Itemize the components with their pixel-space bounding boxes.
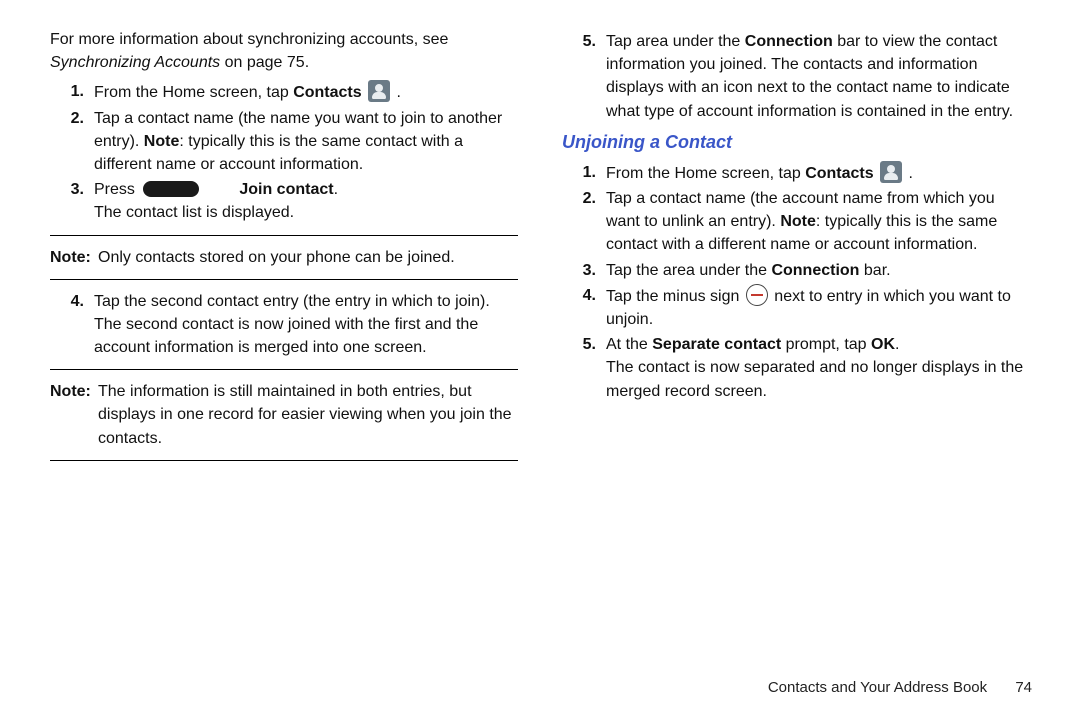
page-number: 74 [1015,679,1032,696]
intro-text-a: For more information about synchronizing… [50,31,448,48]
unjoin-steps-list: 1. From the Home screen, tap Contacts . … [562,161,1030,403]
list-item: 4. Tap the second contact entry (the ent… [50,290,518,360]
footer-section: Contacts and Your Address Book [768,679,987,696]
list-item: 5. At the Separate contact prompt, tap O… [562,333,1030,403]
ok-label: OK [871,336,895,353]
step-body: Tap area under the Connection bar to vie… [606,30,1030,123]
connection-label: Connection [745,33,833,50]
step-number: 2. [50,107,94,130]
manual-page: For more information about synchronizing… [0,0,1080,720]
divider [50,235,518,236]
note-label: Note: [50,246,98,269]
inline-note-label: Note [144,133,180,150]
step-number: 5. [562,333,606,356]
join-contact-label: Join contact [239,181,333,198]
contacts-icon [880,161,902,183]
join-steps-list-cont: 4. Tap the second contact entry (the ent… [50,290,518,360]
text: . [334,181,338,198]
list-item: 2. Tap a contact name (the name you want… [50,107,518,177]
divider [50,460,518,461]
text: The contact is now separated and no long… [606,359,1023,399]
contacts-label: Contacts [293,84,361,101]
text: . [904,165,913,182]
text: Tap area under the [606,33,745,50]
step-body: At the Separate contact prompt, tap OK. … [606,333,1030,403]
text: From the Home screen, tap [94,84,293,101]
note-body: The information is still maintained in b… [98,380,518,450]
list-item: 5. Tap area under the Connection bar to … [562,30,1030,123]
step-body: From the Home screen, tap Contacts . [606,161,1030,185]
step-number: 1. [50,80,94,103]
cross-reference: Synchronizing Accounts [50,54,220,71]
list-item: 3. Press Join contact. The contact list … [50,178,518,224]
step-body: Tap the area under the Connection bar. [606,259,1030,282]
note-block: Note: The information is still maintaine… [50,380,518,450]
step-body: Tap the minus sign next to entry in whic… [606,284,1030,331]
step-body: Tap the second contact entry (the entry … [94,290,518,360]
step-number: 5. [562,30,606,53]
minus-icon [746,284,768,306]
divider [50,279,518,280]
text: . [895,336,899,353]
step-body: Tap a contact name (the name you want to… [94,107,518,177]
contacts-icon [368,80,390,102]
text: The contact list is displayed. [94,204,294,221]
intro-paragraph: For more information about synchronizing… [50,28,518,74]
intro-text-b: on page 75. [220,54,309,71]
join-steps-list: 1. From the Home screen, tap Contacts . … [50,80,518,224]
note-block: Note: Only contacts stored on your phone… [50,246,518,269]
step-body: Press Join contact. The contact list is … [94,178,518,224]
step-number: 3. [50,178,94,201]
note-body: Only contacts stored on your phone can b… [98,246,518,269]
list-item: 1. From the Home screen, tap Contacts . [562,161,1030,185]
text: From the Home screen, tap [606,165,805,182]
list-item: 1. From the Home screen, tap Contacts . [50,80,518,104]
separate-contact-label: Separate contact [652,336,781,353]
text: Tap the area under the [606,262,771,279]
connection-label: Connection [771,262,859,279]
text: bar. [859,262,890,279]
list-item: 4. Tap the minus sign next to entry in w… [562,284,1030,331]
list-item: 2. Tap a contact name (the account name … [562,187,1030,257]
text: Press [94,181,139,198]
step-body: From the Home screen, tap Contacts . [94,80,518,104]
step-number: 4. [50,290,94,313]
contacts-label: Contacts [805,165,873,182]
text: Tap the minus sign [606,288,744,305]
step-number: 4. [562,284,606,307]
step-number: 2. [562,187,606,210]
join-steps-list-cont2: 5. Tap area under the Connection bar to … [562,30,1030,123]
text: prompt, tap [781,336,871,353]
inline-note-label: Note [780,213,816,230]
left-column: For more information about synchronizing… [42,28,540,700]
text: . [392,84,401,101]
note-label: Note: [50,380,98,450]
step-number: 1. [562,161,606,184]
menu-key-icon [143,181,199,197]
step-body: Tap a contact name (the account name fro… [606,187,1030,257]
text: At the [606,336,652,353]
step-number: 3. [562,259,606,282]
page-footer: Contacts and Your Address Book 74 [768,679,1032,696]
list-item: 3. Tap the area under the Connection bar… [562,259,1030,282]
right-column: 5. Tap area under the Connection bar to … [540,28,1038,700]
section-heading: Unjoining a Contact [562,129,1030,155]
divider [50,369,518,370]
